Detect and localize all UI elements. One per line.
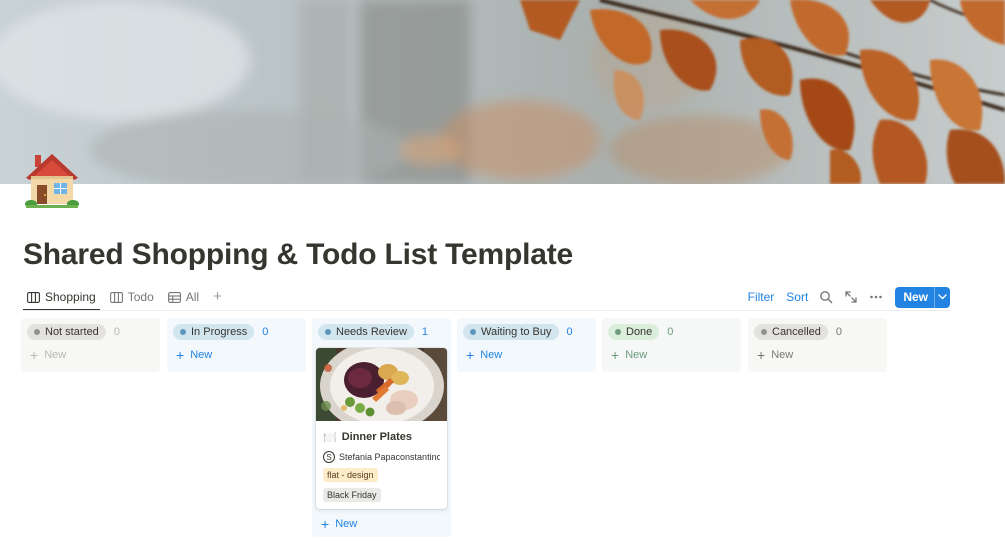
status-dot xyxy=(761,328,767,335)
view-tabs: Shopping Todo All + xyxy=(23,284,226,311)
column-header: Waiting to Buy 0 xyxy=(463,323,590,340)
plus-icon: + xyxy=(466,347,475,363)
column-not-started: Not started 0 + New xyxy=(21,318,160,372)
column-header: In Progress 0 xyxy=(173,323,300,340)
new-label: New xyxy=(771,349,794,361)
new-label: New xyxy=(480,349,503,361)
table-icon xyxy=(167,291,181,303)
column-header: Cancelled 0 xyxy=(754,323,881,340)
tab-todo[interactable]: Todo xyxy=(106,284,158,310)
column-count: 0 xyxy=(566,325,573,338)
status-pill[interactable]: Waiting to Buy xyxy=(463,323,559,340)
page-title: Shared Shopping & Todo List Template xyxy=(23,238,574,271)
plate-icon: 🍽️ xyxy=(323,431,337,444)
board-card[interactable]: 🍽️ Dinner Plates S Stefania Papaconstant… xyxy=(316,348,447,509)
add-card-button[interactable]: + New xyxy=(463,345,590,365)
column-count: 0 xyxy=(667,325,674,338)
status-dot xyxy=(470,328,476,335)
status-pill[interactable]: Done xyxy=(608,323,660,340)
more-icon[interactable] xyxy=(869,290,883,304)
house-icon[interactable] xyxy=(24,152,80,210)
plus-icon: + xyxy=(176,347,185,363)
plus-icon: + xyxy=(611,347,620,363)
view-tools: Filter Sort New xyxy=(736,284,950,310)
new-button-label: New xyxy=(903,290,928,304)
expand-icon[interactable] xyxy=(844,290,858,304)
card-person: S Stefania Papaconstantinou xyxy=(323,451,440,463)
new-label: New xyxy=(335,518,358,530)
status-dot xyxy=(325,328,331,335)
new-label: New xyxy=(44,349,67,361)
column-header: Needs Review 1 xyxy=(318,323,445,340)
column-cancelled: Cancelled 0 + New xyxy=(748,318,887,372)
card-body: 🍽️ Dinner Plates S Stefania Papaconstant… xyxy=(316,421,447,509)
column-done: Done 0 + New xyxy=(602,318,741,372)
new-label: New xyxy=(625,349,648,361)
add-card-button[interactable]: + New xyxy=(754,345,881,365)
status-label: Waiting to Buy xyxy=(481,325,552,338)
board-icon xyxy=(27,291,40,303)
filter-button[interactable]: Filter xyxy=(748,290,775,304)
tab-label: Todo xyxy=(127,290,154,304)
status-pill[interactable]: Not started xyxy=(27,323,106,340)
sort-button[interactable]: Sort xyxy=(786,290,808,304)
add-card-button[interactable]: + New xyxy=(608,345,735,365)
add-card-button[interactable]: + New xyxy=(27,345,154,365)
avatar: S xyxy=(323,451,335,463)
card-title: 🍽️ Dinner Plates xyxy=(323,429,440,445)
status-dot xyxy=(180,328,186,335)
column-in-progress: In Progress 0 + New xyxy=(167,318,306,372)
person-name: Stefania Papaconstantinou xyxy=(339,452,440,462)
status-label: Done xyxy=(626,325,653,338)
card-title-text: Dinner Plates xyxy=(341,431,413,443)
search-icon[interactable] xyxy=(819,290,833,304)
plus-icon: + xyxy=(30,347,39,363)
tab-all[interactable]: All xyxy=(164,284,203,310)
tag: flat - design xyxy=(323,468,378,482)
new-label: New xyxy=(190,349,213,361)
tab-label: All xyxy=(185,290,200,304)
column-header: Done 0 xyxy=(608,323,735,340)
status-pill[interactable]: Cancelled xyxy=(754,323,828,340)
column-count: 1 xyxy=(421,325,429,338)
board-icon xyxy=(109,291,123,303)
status-label: Cancelled xyxy=(772,325,821,338)
tag: Black Friday xyxy=(323,488,381,502)
chevron-down-icon[interactable] xyxy=(934,286,950,308)
new-button[interactable]: New xyxy=(895,286,950,308)
tab-label: Shopping xyxy=(45,290,96,304)
status-dot xyxy=(34,328,40,335)
column-waiting-to-buy: Waiting to Buy 0 + New xyxy=(457,318,596,372)
tab-shopping[interactable]: Shopping xyxy=(23,284,100,311)
plus-icon: + xyxy=(757,347,766,363)
kanban-board: Not started 0 + New In Progress 0 + New Ne… xyxy=(0,318,1005,542)
status-pill[interactable]: Needs Review xyxy=(318,323,414,340)
status-label: In Progress xyxy=(191,325,248,338)
add-card-button[interactable]: + New xyxy=(318,514,445,534)
status-label: Needs Review xyxy=(336,325,407,338)
column-needs-review: Needs Review 1 🍽️ Dinner Plates S Stefan… xyxy=(312,318,451,537)
add-view-button[interactable]: + xyxy=(209,284,226,310)
view-bar: Shopping Todo All + Filter Sort New xyxy=(23,284,950,311)
view-divider xyxy=(23,310,950,311)
status-dot xyxy=(615,328,621,335)
column-count: 0 xyxy=(113,325,120,338)
add-card-button[interactable]: + New xyxy=(173,345,300,365)
column-header: Not started 0 xyxy=(27,323,154,340)
status-pill[interactable]: In Progress xyxy=(173,323,255,340)
status-label: Not started xyxy=(45,325,99,338)
plus-icon: + xyxy=(321,516,330,532)
card-cover-image xyxy=(316,348,447,421)
cover-image xyxy=(0,0,1005,184)
column-count: 0 xyxy=(835,325,843,338)
column-count: 0 xyxy=(262,325,269,338)
